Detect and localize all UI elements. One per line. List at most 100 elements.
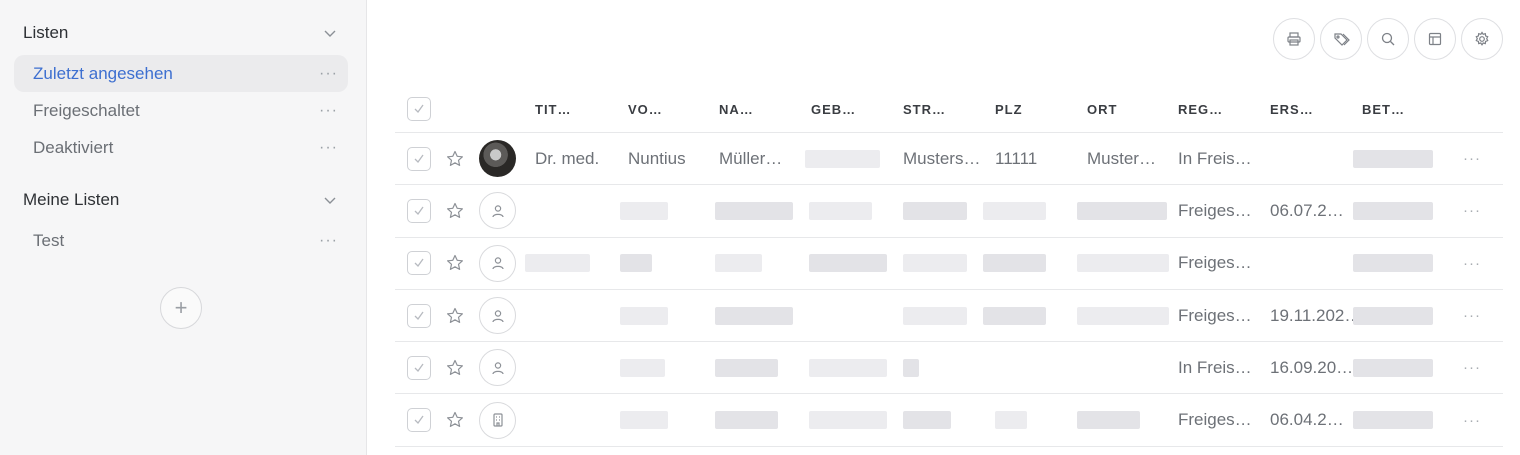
cell-name: Müller… (719, 148, 783, 168)
check-icon (414, 154, 424, 163)
row-checkbox[interactable] (407, 146, 431, 171)
more-icon[interactable]: ··· (319, 232, 338, 250)
row-checkbox[interactable] (407, 303, 431, 328)
star-icon[interactable] (445, 253, 465, 273)
person-icon (491, 362, 504, 375)
redacted-nam (715, 254, 762, 273)
column-header-ort[interactable]: ORT (1087, 86, 1117, 132)
redacted-betreuer (1353, 149, 1433, 168)
column-header-betreuer[interactable]: BET… (1362, 86, 1405, 132)
section-header-listen[interactable]: Listen (23, 18, 343, 48)
column-header-titel[interactable]: TIT… (535, 86, 572, 132)
redacted-vor (620, 411, 668, 430)
star-icon[interactable] (445, 358, 465, 378)
cell-ort: Muster… (1087, 148, 1156, 168)
row-more-icon[interactable]: ··· (1463, 359, 1481, 376)
add-list-button[interactable]: + (160, 287, 202, 329)
redacted-str (903, 306, 967, 325)
redacted-str (903, 201, 967, 220)
section-title: Listen (23, 23, 69, 42)
redacted-plz (983, 254, 1046, 273)
sidebar-item-zuletzt-angesehen[interactable]: Zuletzt angesehen ··· (14, 55, 348, 92)
row-checkbox[interactable] (407, 198, 431, 223)
search-button[interactable] (1367, 18, 1409, 60)
row-checkbox[interactable] (407, 251, 431, 276)
table-row[interactable]: Freiges… ··· (395, 238, 1503, 290)
section-title: Meine Listen (23, 190, 120, 209)
row-more-icon[interactable]: ··· (1463, 150, 1481, 167)
redacted-nam (715, 201, 793, 220)
row-checkbox[interactable] (407, 408, 431, 433)
person-icon (491, 309, 504, 322)
star-icon[interactable] (445, 149, 465, 169)
column-header-geburtsdatum[interactable]: GEB… (811, 86, 856, 132)
column-header-strasse[interactable]: STR… (903, 86, 946, 132)
redacted-geb (809, 358, 887, 377)
avatar[interactable] (479, 297, 516, 335)
table-row[interactable]: In Freis… 16.09.20… ··· (395, 342, 1503, 395)
redacted-geb (809, 254, 887, 273)
more-icon[interactable]: ··· (319, 102, 338, 120)
avatar[interactable] (479, 349, 516, 387)
plus-icon: + (174, 295, 188, 320)
more-icon[interactable]: ··· (319, 65, 338, 83)
columns-button[interactable] (1414, 18, 1456, 60)
print-button[interactable] (1273, 18, 1315, 60)
row-more-icon[interactable]: ··· (1463, 307, 1481, 324)
redacted-str (903, 358, 919, 377)
check-icon (414, 104, 424, 114)
star-icon[interactable] (445, 201, 465, 221)
star-icon[interactable] (445, 306, 465, 326)
cell-reg: In Freis… (1178, 148, 1252, 168)
redacted-vor (620, 201, 668, 220)
column-header-registrierung[interactable]: REG… (1178, 86, 1223, 132)
table-row[interactable]: Freiges… 19.11.202… ··· (395, 290, 1503, 343)
avatar[interactable] (479, 192, 516, 230)
sidebar-item-freigeschaltet[interactable]: Freigeschaltet ··· (14, 92, 348, 129)
section-header-meine-listen[interactable]: Meine Listen (23, 185, 343, 215)
cell-ers: 06.07.2… (1270, 200, 1344, 220)
redacted-tit (525, 254, 590, 273)
cell-ers: 06.04.2… (1270, 410, 1344, 430)
row-more-icon[interactable]: ··· (1463, 412, 1481, 429)
avatar[interactable] (479, 401, 516, 439)
more-icon[interactable]: ··· (319, 139, 338, 157)
column-header-plz[interactable]: PLZ (995, 86, 1023, 132)
row-checkbox[interactable] (407, 355, 431, 380)
table-row[interactable]: Dr. med. Nuntius Müller… Musters… 11111 Muste… (395, 133, 1503, 186)
table-row[interactable]: Freiges… 06.07.2… ··· (395, 185, 1503, 238)
check-icon (414, 311, 424, 320)
select-all-checkbox[interactable] (407, 97, 431, 121)
cell-vorname: Nuntius (628, 148, 686, 168)
check-icon (414, 206, 424, 215)
avatar[interactable] (479, 244, 516, 282)
chevron-down-icon[interactable] (323, 193, 337, 207)
redacted-nam (715, 411, 778, 430)
table-row[interactable]: Freiges… 06.04.2… ··· (395, 394, 1503, 447)
sidebar-item-test[interactable]: Test ··· (14, 222, 348, 259)
tags-button[interactable] (1320, 18, 1362, 60)
chevron-down-icon[interactable] (323, 26, 337, 40)
column-header-erstellt[interactable]: ERS… (1270, 86, 1314, 132)
cell-titel (535, 394, 620, 445)
redacted-ort (1077, 254, 1169, 273)
redacted-plz (983, 201, 1046, 220)
column-header-name[interactable]: NA… (719, 86, 754, 132)
column-header-vorname[interactable]: VO… (628, 86, 663, 132)
cell-reg: Freiges… (1178, 253, 1252, 273)
toolbar (1273, 18, 1503, 60)
star-icon[interactable] (445, 410, 465, 430)
search-icon (1381, 32, 1395, 46)
redacted-betreuer (1353, 201, 1433, 220)
cell-ers: 16.09.20… (1270, 357, 1354, 377)
columns-icon (1428, 32, 1442, 46)
redacted-nam (715, 306, 793, 325)
gear-icon (1475, 31, 1489, 46)
redacted-plz (995, 411, 1027, 430)
row-more-icon[interactable]: ··· (1463, 255, 1481, 272)
table-header-row: TIT… VO… NA… GEB… STR… PLZ ORT REG… ERS…… (395, 86, 1503, 133)
settings-button[interactable] (1461, 18, 1503, 60)
sidebar-item-deaktiviert[interactable]: Deaktiviert ··· (14, 129, 348, 166)
avatar[interactable] (479, 140, 516, 178)
row-more-icon[interactable]: ··· (1463, 202, 1481, 219)
